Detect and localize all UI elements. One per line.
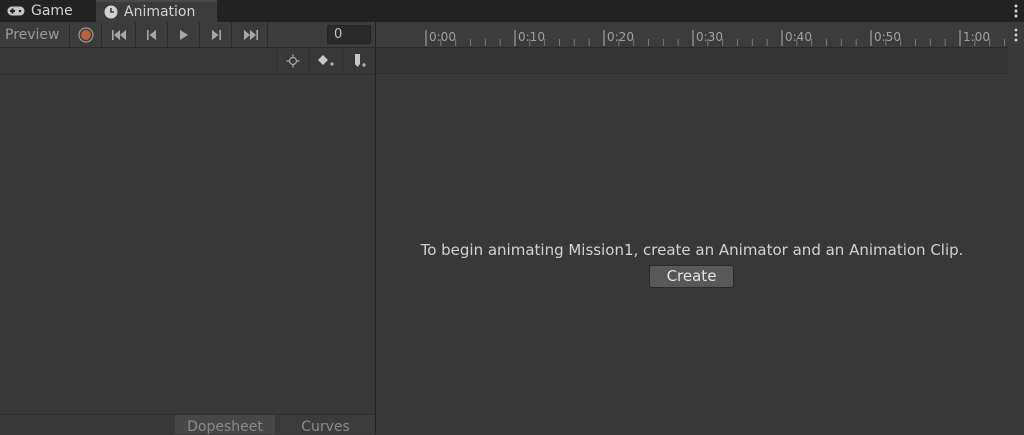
event-track[interactable] <box>376 48 1008 74</box>
record-button[interactable] <box>70 22 102 47</box>
ruler-tick-label: 0:40 <box>785 30 812 44</box>
first-key-button[interactable] <box>104 22 136 47</box>
tab-game-label: Game <box>31 3 73 19</box>
next-key-button[interactable] <box>200 22 232 47</box>
create-button[interactable]: Create <box>649 265 734 288</box>
ruler-tick-label: 0:50 <box>874 30 901 44</box>
frame-field[interactable]: 0 <box>327 25 371 44</box>
first-key-icon <box>111 29 126 40</box>
timeline-ruler[interactable]: 0:00 0:10 0:20 0:30 0:40 0:50 1:00 <box>376 22 1008 48</box>
scrollbar-gutter <box>1008 48 1024 74</box>
tab-animation-label: Animation <box>124 4 196 20</box>
clock-icon <box>104 5 118 19</box>
animation-toolbar: Preview 0 <box>0 22 376 48</box>
add-keyframe-button[interactable] <box>309 48 342 74</box>
next-key-icon <box>211 29 221 40</box>
prev-key-icon <box>146 29 156 40</box>
ruler-tick-label: 0:20 <box>607 30 634 44</box>
property-toolbar <box>0 48 376 75</box>
filter-by-selection-button[interactable] <box>276 48 309 74</box>
add-event-button[interactable] <box>342 48 376 74</box>
add-keyframe-icon <box>318 55 334 66</box>
preview-button[interactable]: Preview <box>0 22 70 47</box>
ruler-tick-label: 0:30 <box>696 30 723 44</box>
last-key-button[interactable] <box>232 22 268 47</box>
record-icon <box>77 26 94 43</box>
timeline-options-icon[interactable] <box>1008 22 1024 48</box>
ruler-tick-label: 1:00 <box>963 30 990 44</box>
last-key-icon <box>243 29 258 40</box>
panel-divider[interactable] <box>375 22 376 434</box>
ruler-tick-label: 0:00 <box>429 30 456 44</box>
gamepad-icon <box>7 6 25 16</box>
tab-curves[interactable]: Curves <box>276 415 375 435</box>
more-options-icon[interactable] <box>1011 3 1021 19</box>
filter-by-selection-icon <box>286 54 300 68</box>
property-list-panel <box>0 75 375 434</box>
tab-animation[interactable]: Animation <box>96 0 217 22</box>
ruler-tick-label: 0:10 <box>518 30 545 44</box>
tab-dopesheet[interactable]: Dopesheet <box>175 415 275 435</box>
tab-game[interactable]: Game <box>0 0 96 22</box>
add-event-icon <box>354 54 366 67</box>
play-icon <box>179 29 188 40</box>
ruler-ticks: 0:00 0:10 0:20 0:30 0:40 0:50 1:00 <box>425 30 1005 46</box>
prev-key-button[interactable] <box>136 22 168 47</box>
empty-state-message: To begin animating Mission1, create an A… <box>420 241 964 259</box>
play-button[interactable] <box>168 22 200 47</box>
